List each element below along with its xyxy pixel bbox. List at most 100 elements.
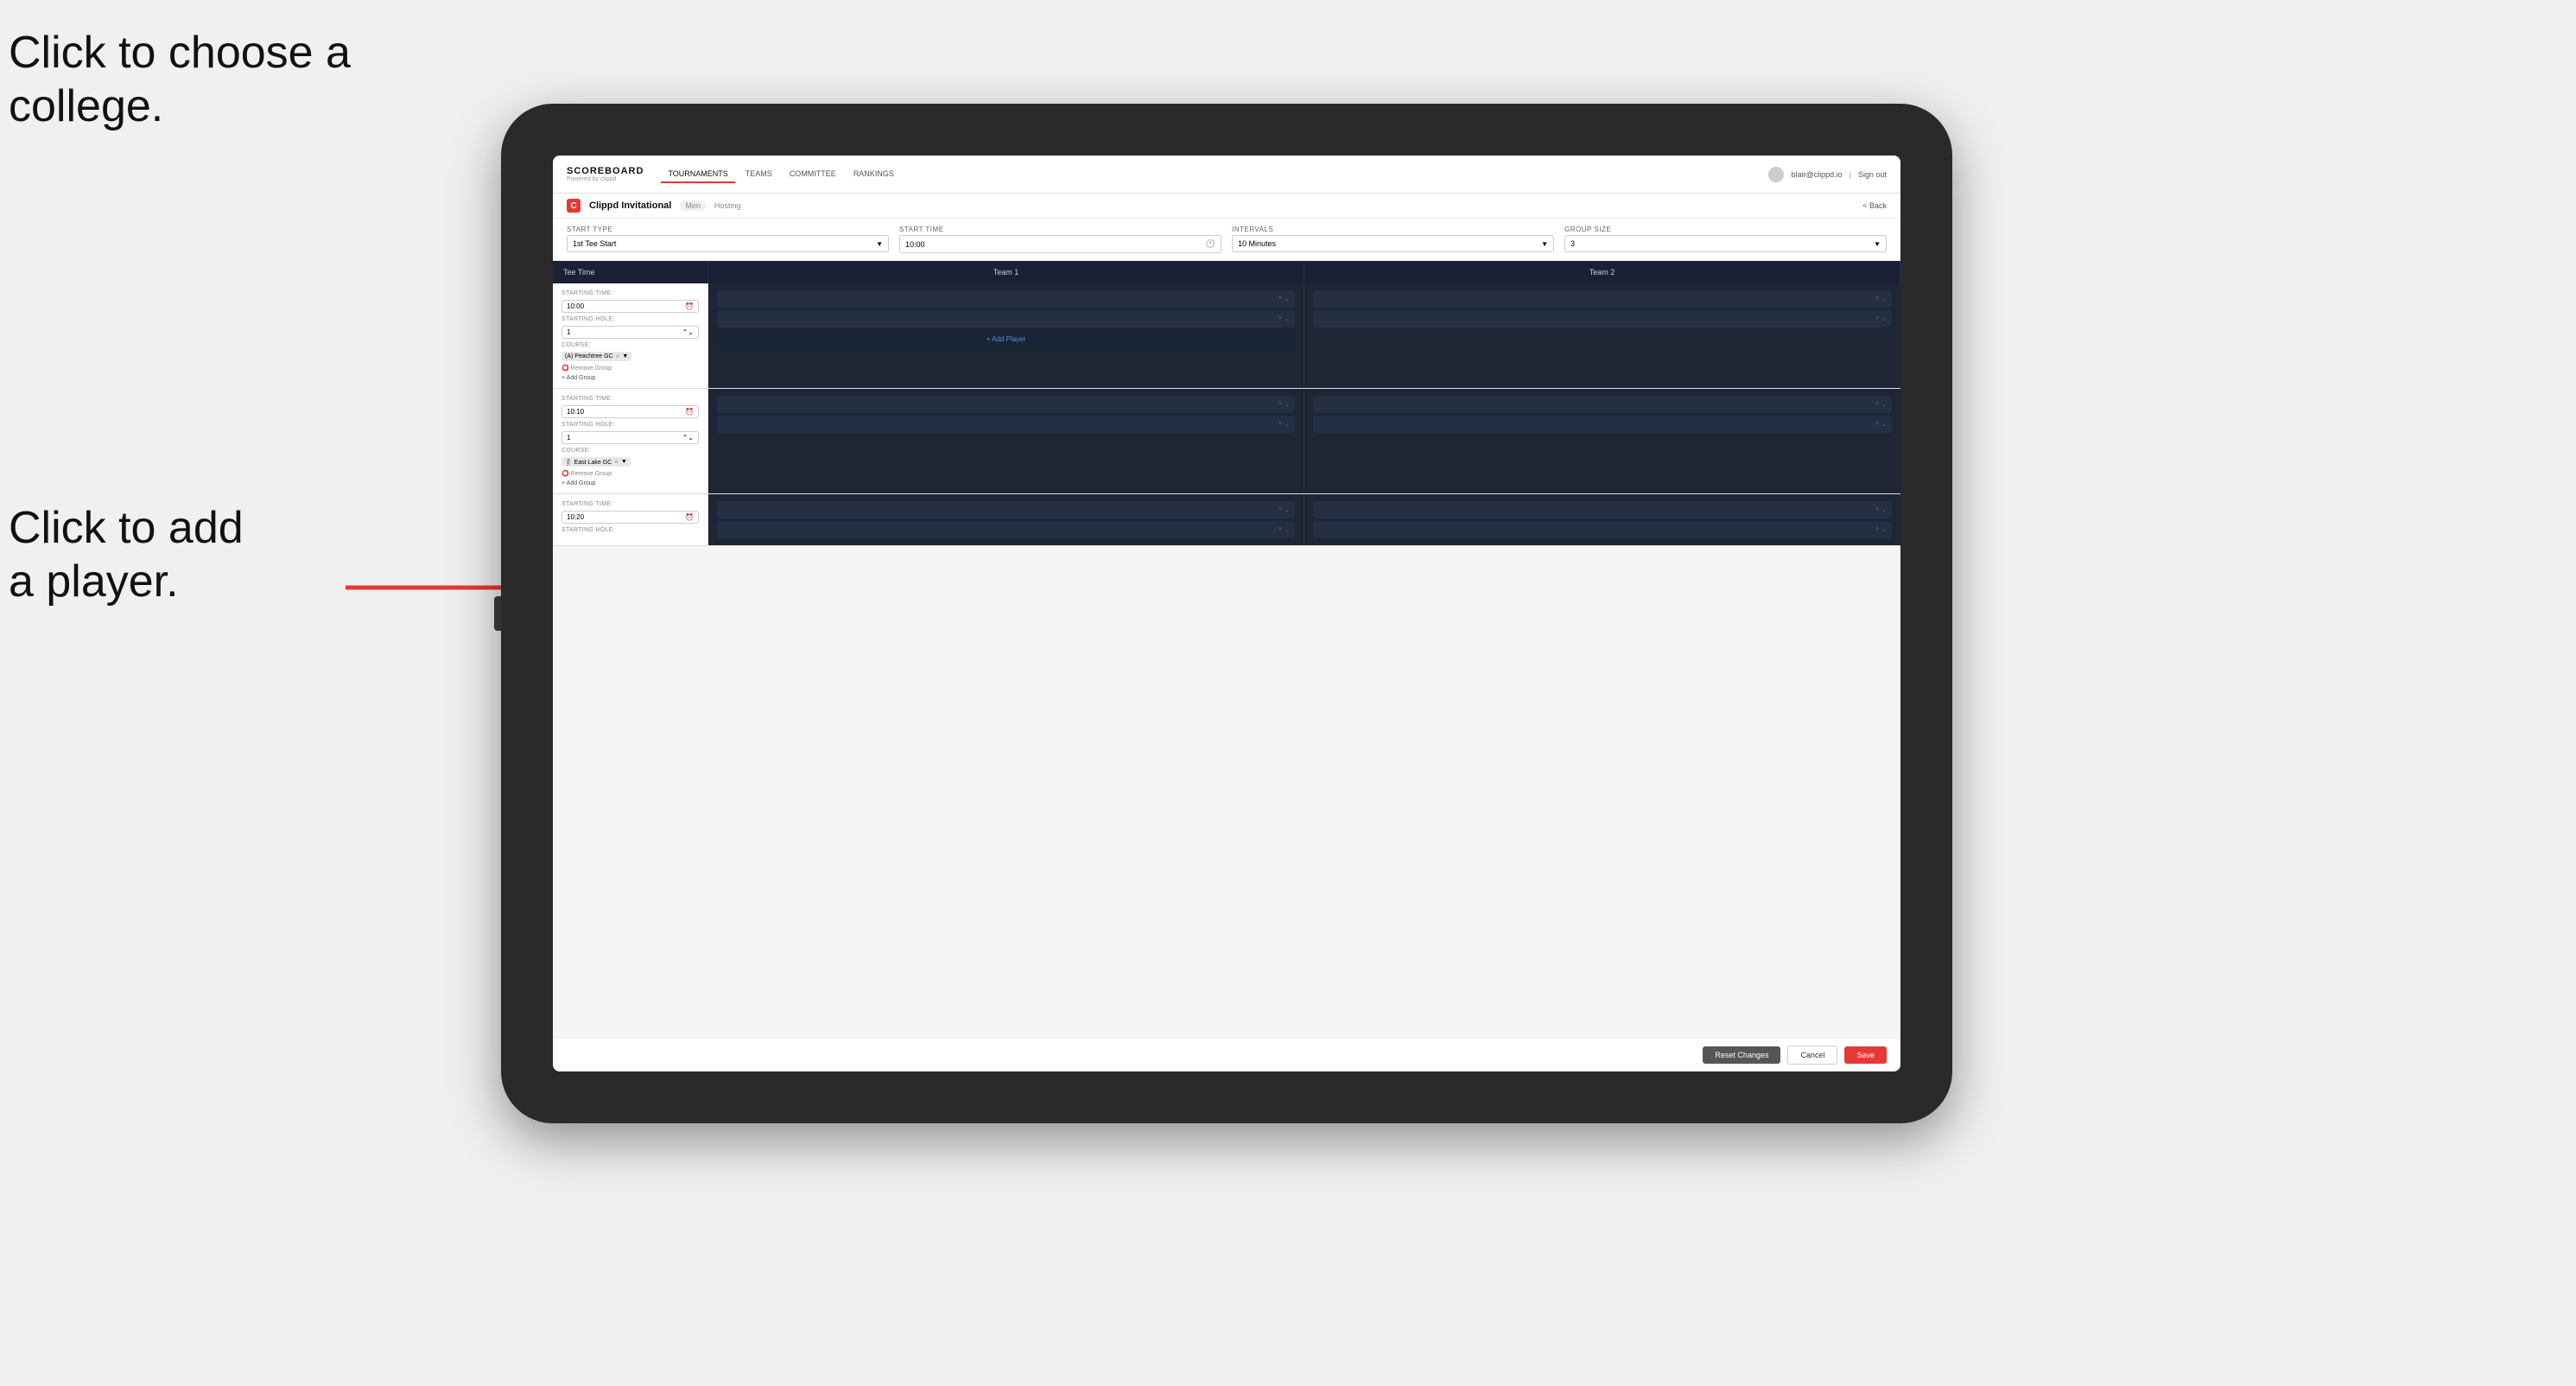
add-player-button-1[interactable]: + Add Player [717,330,1295,347]
expand-icon[interactable]: × [1875,296,1879,302]
player-controls: × ⌄ [1875,296,1887,302]
player-controls: × ⌄ [1278,315,1290,322]
player-slot[interactable]: × ⌄ [717,290,1295,308]
chevron-icon: ⌃⌄ [682,434,694,442]
clock-icon: 🕐 [1206,239,1215,249]
cancel-button[interactable]: Cancel [1787,1046,1837,1065]
group-size-select[interactable]: 3 ▼ [1564,235,1887,252]
intervals-label: Intervals [1232,226,1554,233]
expand-icon[interactable]: × [1278,401,1282,408]
course-selector-1[interactable]: (A) Peachtree GC × ▼ [562,352,699,361]
settings-form: Start Type 1st Tee Start ▼ Start Time 10… [553,219,1900,261]
starting-hole-input-1[interactable]: 1 ⌃⌄ [562,326,699,339]
start-time-label: Start Time [899,226,1221,233]
player-slot[interactable]: × ⌄ [717,310,1295,327]
nav-user-area: blair@clippd.io | Sign out [1768,167,1887,182]
course-tag-2[interactable]: 🏌 East Lake GC × ▼ [562,457,631,467]
chevron-icon: ⌃⌄ [682,328,694,336]
player-slot[interactable]: × ⌄ [717,501,1295,518]
save-button[interactable]: Save [1844,1046,1887,1064]
start-type-select[interactable]: 1st Tee Start ▼ [567,235,889,252]
chevron-down-icon: ▼ [1541,240,1548,248]
tournament-title: Clippd Invitational [589,200,671,211]
expand-icon[interactable]: × [1278,526,1282,533]
chevron-down-icon[interactable]: ⌄ [1881,296,1887,302]
clock-icon: ⏰ [685,302,694,310]
nav-tournaments[interactable]: TOURNAMENTS [661,166,734,183]
expand-icon[interactable]: × [1875,526,1879,533]
expand-icon[interactable]: × [1875,506,1879,513]
course-selector-2[interactable]: 🏌 East Lake GC × ▼ [562,457,699,467]
player-slot[interactable]: × ⌄ [1313,521,1892,538]
chevron-down-icon[interactable]: ⌄ [1285,526,1290,533]
add-group-button-2[interactable]: + Add Group [562,480,699,486]
course-tag-1[interactable]: (A) Peachtree GC × ▼ [562,352,631,361]
top-navigation: SCOREBOARD Powered by clippd TOURNAMENTS… [553,156,1900,194]
chevron-down-icon: ▼ [1874,240,1881,248]
player-slot[interactable]: × ⌄ [1313,396,1892,413]
chevron-down-icon[interactable]: ⌄ [1881,526,1887,533]
back-button[interactable]: < Back [1862,201,1887,210]
team2-players-3: × ⌄ × ⌄ [1304,494,1900,545]
remove-group-button-2[interactable]: ⭕ Remove Group [562,470,699,477]
intervals-group: Intervals 10 Minutes ▼ [1232,226,1554,253]
th-team1: Team 1 [708,261,1304,283]
remove-course-icon[interactable]: × [614,458,619,466]
chevron-down-icon[interactable]: ⌄ [1285,421,1290,428]
player-controls: × ⌄ [1875,315,1887,322]
starting-hole-input-2[interactable]: 1 ⌃⌄ [562,431,699,444]
expand-icon[interactable]: × [1278,296,1282,302]
action-footer: Reset Changes Cancel Save [553,1038,1900,1071]
chevron-down-icon[interactable]: ⌄ [1285,401,1290,408]
chevron-down-icon[interactable]: ⌄ [1285,315,1290,322]
player-slot[interactable]: × ⌄ [717,521,1295,538]
expand-icon[interactable]: × [1875,315,1879,322]
start-time-input[interactable]: 10:00 🕐 [899,235,1221,253]
nav-rankings[interactable]: RANKINGS [847,166,901,183]
expand-icon[interactable]: × [1875,421,1879,428]
player-slot[interactable]: × ⌄ [1313,290,1892,308]
player-controls: × ⌄ [1278,296,1290,302]
chevron-down-icon[interactable]: ⌄ [1285,296,1290,302]
tee-times-table: STARTING TIME: 10:00 ⏰ STARTING HOLE: 1 … [553,283,1900,1038]
team1-players-2: × ⌄ × ⌄ [708,389,1304,493]
chevron-down-icon[interactable]: ⌄ [1285,506,1290,513]
clock-icon: ⏰ [685,408,694,416]
nav-committee[interactable]: COMMITTEE [783,166,843,183]
remove-course-icon[interactable]: × [616,353,620,360]
table-header: Tee Time Team 1 Team 2 [553,261,1900,283]
starting-time-input-2[interactable]: 10:10 ⏰ [562,405,699,418]
player-slot[interactable]: × ⌄ [717,416,1295,433]
intervals-select[interactable]: 10 Minutes ▼ [1232,235,1554,252]
chevron-down-icon[interactable]: ⌄ [1881,401,1887,408]
reset-changes-button[interactable]: Reset Changes [1703,1046,1780,1064]
chevron-down-icon: ▼ [621,459,627,465]
sub-header: C Clippd Invitational Men Hosting < Back [553,194,1900,219]
chevron-down-icon: ▼ [876,240,883,248]
starting-time-input-3[interactable]: 10:20 ⏰ [562,511,699,524]
chevron-down-icon[interactable]: ⌄ [1881,315,1887,322]
chevron-down-icon[interactable]: ⌄ [1881,506,1887,513]
table-row: STARTING TIME: 10:00 ⏰ STARTING HOLE: 1 … [553,283,1900,389]
expand-icon[interactable]: × [1278,421,1282,428]
th-tee-time: Tee Time [553,261,708,283]
add-group-button-1[interactable]: + Add Group [562,375,699,381]
sign-out-link[interactable]: Sign out [1858,170,1887,179]
nav-teams[interactable]: TEAMS [739,166,779,183]
table-row: STARTING TIME: 10:10 ⏰ STARTING HOLE: 1 … [553,389,1900,494]
expand-icon[interactable]: × [1875,401,1879,408]
player-slot[interactable]: × ⌄ [717,396,1295,413]
expand-icon[interactable]: × [1278,506,1282,513]
player-slot[interactable]: × ⌄ [1313,416,1892,433]
remove-group-button-1[interactable]: ⭕ Remove Group [562,365,699,372]
team1-players-3: × ⌄ × ⌄ [708,494,1304,545]
player-slot[interactable]: × ⌄ [1313,310,1892,327]
th-team2: Team 2 [1304,261,1900,283]
chevron-down-icon[interactable]: ⌄ [1881,421,1887,428]
expand-icon[interactable]: × [1278,315,1282,322]
player-slot[interactable]: × ⌄ [1313,501,1892,518]
starting-time-input-1[interactable]: 10:00 ⏰ [562,300,699,313]
start-type-label: Start Type [567,226,889,233]
team1-players-1: × ⌄ × ⌄ + Add Player [708,283,1304,388]
team2-players-2: × ⌄ × ⌄ [1304,389,1900,493]
